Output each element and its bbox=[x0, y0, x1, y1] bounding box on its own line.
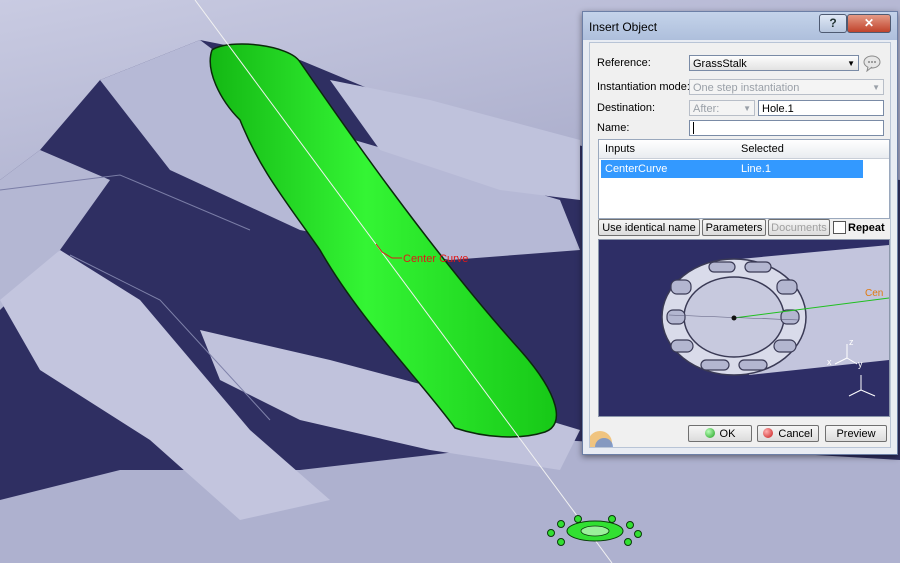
axis-x-label: x bbox=[827, 357, 832, 367]
destination-value: Hole.1 bbox=[762, 103, 794, 115]
use-identical-name-button[interactable]: Use identical name bbox=[598, 219, 700, 236]
parameters-button[interactable]: Parameters bbox=[702, 219, 766, 236]
axis-y-label: y bbox=[858, 359, 863, 369]
repeat-label: Repeat bbox=[848, 222, 885, 234]
speech-bubble-icon[interactable] bbox=[862, 54, 882, 72]
destination-field[interactable]: Hole.1 bbox=[758, 100, 884, 116]
preview-curve-label: Cen bbox=[865, 288, 883, 299]
chevron-down-icon: ▼ bbox=[743, 104, 751, 113]
chevron-down-icon: ▼ bbox=[872, 83, 880, 92]
preview-tube-image: Cen z x y bbox=[599, 240, 889, 416]
help-button[interactable]: ? bbox=[819, 14, 847, 33]
cancel-button[interactable]: Cancel bbox=[757, 425, 819, 442]
table-row[interactable]: CenterCurve Line.1 bbox=[601, 160, 863, 178]
catia-logo-icon bbox=[590, 431, 613, 447]
insert-object-dialog: Insert Object ? ✕ Reference: GrassStalk … bbox=[582, 11, 898, 455]
column-header-inputs[interactable]: Inputs bbox=[605, 143, 635, 155]
axis-z-label: z bbox=[849, 337, 854, 347]
destination-mode-combo[interactable]: After: ▼ bbox=[689, 100, 755, 116]
ok-label: OK bbox=[719, 428, 736, 440]
close-button[interactable]: ✕ bbox=[847, 14, 891, 33]
instantiation-mode-value: One step instantiation bbox=[693, 82, 800, 94]
chevron-down-icon: ▼ bbox=[847, 59, 855, 68]
inputs-table: Inputs Selected CenterCurve Line.1 bbox=[598, 139, 890, 219]
cancel-icon bbox=[763, 428, 774, 438]
reference-label: Reference: bbox=[597, 57, 651, 69]
row-selected: Line.1 bbox=[741, 163, 771, 175]
ok-icon bbox=[704, 428, 715, 438]
inputs-table-header: Inputs Selected bbox=[599, 140, 889, 159]
row-input: CenterCurve bbox=[605, 163, 668, 175]
dialog-body: Reference: GrassStalk ▼ Instantiation mo… bbox=[589, 42, 891, 448]
reference-value: GrassStalk bbox=[693, 58, 747, 70]
dialog-title: Insert Object bbox=[589, 20, 658, 34]
reference-combo[interactable]: GrassStalk ▼ bbox=[689, 55, 859, 71]
dialog-titlebar[interactable]: Insert Object ? ✕ bbox=[583, 12, 897, 40]
repeat-checkbox[interactable] bbox=[833, 221, 846, 234]
name-label: Name: bbox=[597, 122, 630, 134]
destination-label: Destination: bbox=[597, 102, 656, 114]
instantiation-mode-combo[interactable]: One step instantiation ▼ bbox=[689, 79, 884, 95]
cancel-label: Cancel bbox=[778, 428, 813, 440]
destination-mode-value: After: bbox=[693, 103, 720, 115]
instantiation-mode-label: Instantiation mode: bbox=[597, 81, 690, 93]
preview-button[interactable]: Preview bbox=[825, 425, 887, 442]
column-header-selected[interactable]: Selected bbox=[741, 143, 784, 155]
name-input[interactable] bbox=[689, 120, 884, 136]
ok-button[interactable]: OK bbox=[688, 425, 752, 442]
preview-viewer[interactable]: Cen z x y bbox=[598, 239, 890, 417]
center-curve-label: Center Curve bbox=[403, 253, 468, 265]
documents-button[interactable]: Documents bbox=[768, 219, 830, 236]
